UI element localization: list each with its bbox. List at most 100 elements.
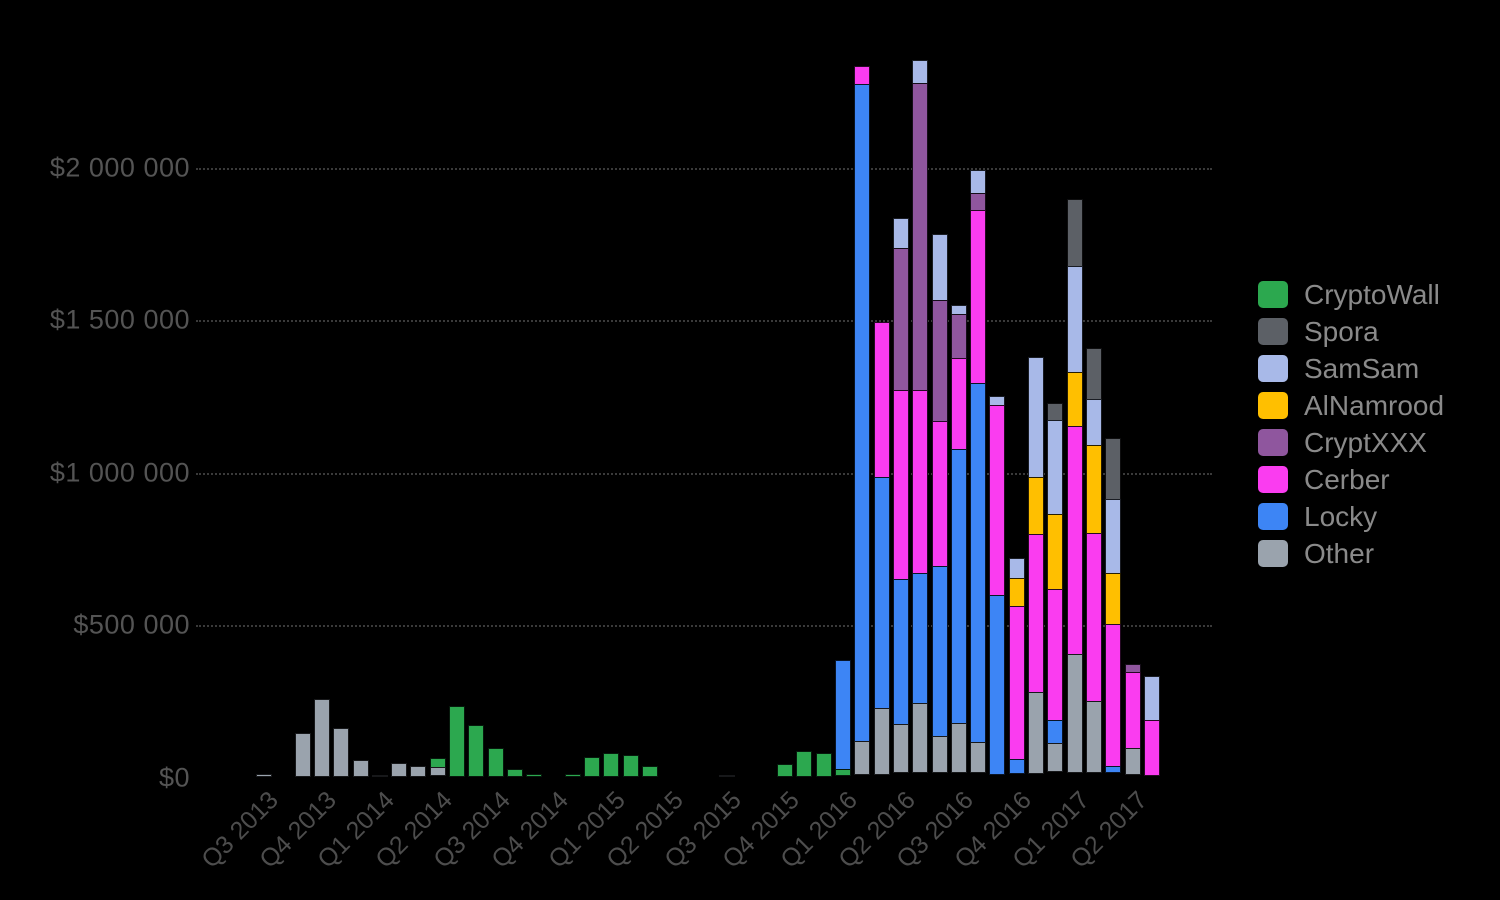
- legend-item[interactable]: AlNamrood: [1258, 387, 1444, 424]
- bar-segment[interactable]: [1028, 533, 1044, 693]
- bar-segment[interactable]: [719, 775, 736, 778]
- bar-segment[interactable]: [1105, 623, 1122, 768]
- bar-segment[interactable]: [1028, 357, 1044, 478]
- bar-column[interactable]: [892, 218, 909, 778]
- bar-segment[interactable]: [892, 724, 909, 773]
- bar-segment[interactable]: [1047, 420, 1064, 516]
- bar-segment[interactable]: [970, 169, 987, 195]
- bar-segment[interactable]: [1124, 672, 1141, 749]
- bar-segment[interactable]: [931, 566, 948, 738]
- bar-segment[interactable]: [892, 578, 909, 726]
- bar-column[interactable]: [371, 774, 388, 778]
- legend-item[interactable]: Other: [1258, 535, 1444, 572]
- legend-item[interactable]: Cerber: [1258, 461, 1444, 498]
- bar-column[interactable]: [449, 706, 465, 778]
- bar-column[interactable]: [815, 752, 832, 778]
- legend-item[interactable]: Locky: [1258, 498, 1444, 535]
- bar-segment[interactable]: [371, 774, 388, 777]
- bar-column[interactable]: [410, 765, 427, 778]
- bar-segment[interactable]: [410, 765, 427, 777]
- bar-segment[interactable]: [1066, 653, 1083, 773]
- bar-segment[interactable]: [642, 766, 658, 777]
- bar-segment[interactable]: [622, 755, 639, 777]
- bar-segment[interactable]: [1105, 437, 1122, 501]
- bar-segment[interactable]: [854, 84, 871, 742]
- bar-segment[interactable]: [352, 760, 369, 777]
- bar-segment[interactable]: [1008, 606, 1025, 761]
- bar-segment[interactable]: [931, 299, 948, 422]
- bar-column[interactable]: [429, 757, 446, 778]
- bar-segment[interactable]: [564, 773, 581, 777]
- legend-item[interactable]: CryptoWall: [1258, 276, 1444, 313]
- legend-item[interactable]: SamSam: [1258, 350, 1444, 387]
- bar-segment[interactable]: [1085, 532, 1102, 703]
- bar-segment[interactable]: [603, 752, 620, 777]
- bar-column[interactable]: [642, 766, 658, 778]
- bar-column[interactable]: [391, 763, 408, 778]
- bar-segment[interactable]: [912, 702, 929, 773]
- bar-segment[interactable]: [1008, 759, 1025, 774]
- bar-column[interactable]: [468, 725, 485, 778]
- bar-column[interactable]: [989, 395, 1006, 779]
- bar-column[interactable]: [256, 773, 272, 778]
- bar-segment[interactable]: [854, 66, 871, 86]
- bar-column[interactable]: [584, 757, 601, 778]
- bar-segment[interactable]: [526, 773, 543, 777]
- bar-segment[interactable]: [313, 699, 330, 777]
- bar-segment[interactable]: [506, 769, 523, 777]
- bar-column[interactable]: [719, 775, 736, 778]
- bar-segment[interactable]: [391, 763, 408, 777]
- bar-column[interactable]: [1008, 557, 1025, 778]
- bar-column[interactable]: [1124, 664, 1141, 778]
- bar-column[interactable]: [333, 727, 350, 778]
- bar-segment[interactable]: [854, 740, 871, 775]
- bar-segment[interactable]: [796, 751, 813, 777]
- bar-segment[interactable]: [333, 727, 350, 777]
- bar-column[interactable]: [564, 773, 581, 778]
- bar-segment[interactable]: [989, 405, 1006, 596]
- bar-segment[interactable]: [1105, 766, 1122, 773]
- bar-column[interactable]: [970, 169, 987, 778]
- bar-segment[interactable]: [931, 233, 948, 301]
- bar-column[interactable]: [796, 751, 813, 778]
- bar-segment[interactable]: [950, 448, 967, 724]
- bar-column[interactable]: [1047, 403, 1064, 778]
- bar-segment[interactable]: [950, 313, 967, 360]
- bar-segment[interactable]: [931, 420, 948, 568]
- bar-segment[interactable]: [468, 725, 485, 777]
- bar-segment[interactable]: [1105, 499, 1122, 574]
- bar-segment[interactable]: [1085, 348, 1102, 401]
- bar-segment[interactable]: [1066, 372, 1083, 428]
- bar-segment[interactable]: [873, 322, 890, 478]
- bar-column[interactable]: [622, 755, 639, 778]
- bar-column[interactable]: [1066, 198, 1083, 778]
- bar-segment[interactable]: [835, 659, 851, 771]
- bar-segment[interactable]: [912, 59, 929, 85]
- bar-segment[interactable]: [892, 218, 909, 249]
- bar-column[interactable]: [912, 59, 929, 778]
- bar-segment[interactable]: [256, 773, 272, 777]
- bar-segment[interactable]: [912, 572, 929, 704]
- bar-segment[interactable]: [429, 766, 446, 776]
- bar-segment[interactable]: [892, 248, 909, 392]
- bar-segment[interactable]: [970, 193, 987, 212]
- bar-segment[interactable]: [1047, 719, 1064, 744]
- bar-segment[interactable]: [449, 706, 465, 777]
- bar-segment[interactable]: [1105, 572, 1122, 625]
- bar-column[interactable]: [854, 66, 871, 778]
- bar-column[interactable]: [1105, 437, 1122, 778]
- bar-segment[interactable]: [1085, 445, 1102, 534]
- bar-column[interactable]: [352, 760, 369, 778]
- bar-column[interactable]: [1028, 357, 1044, 778]
- bar-segment[interactable]: [1085, 701, 1102, 773]
- bar-segment[interactable]: [970, 383, 987, 744]
- bar-segment[interactable]: [950, 722, 967, 773]
- bar-segment[interactable]: [1028, 476, 1044, 535]
- legend-item[interactable]: CryptXXX: [1258, 424, 1444, 461]
- bar-segment[interactable]: [1047, 742, 1064, 772]
- bar-segment[interactable]: [1008, 557, 1025, 580]
- bar-segment[interactable]: [1066, 426, 1083, 655]
- bar-column[interactable]: [950, 305, 967, 778]
- bar-segment[interactable]: [1143, 676, 1160, 721]
- bar-column[interactable]: [526, 773, 543, 778]
